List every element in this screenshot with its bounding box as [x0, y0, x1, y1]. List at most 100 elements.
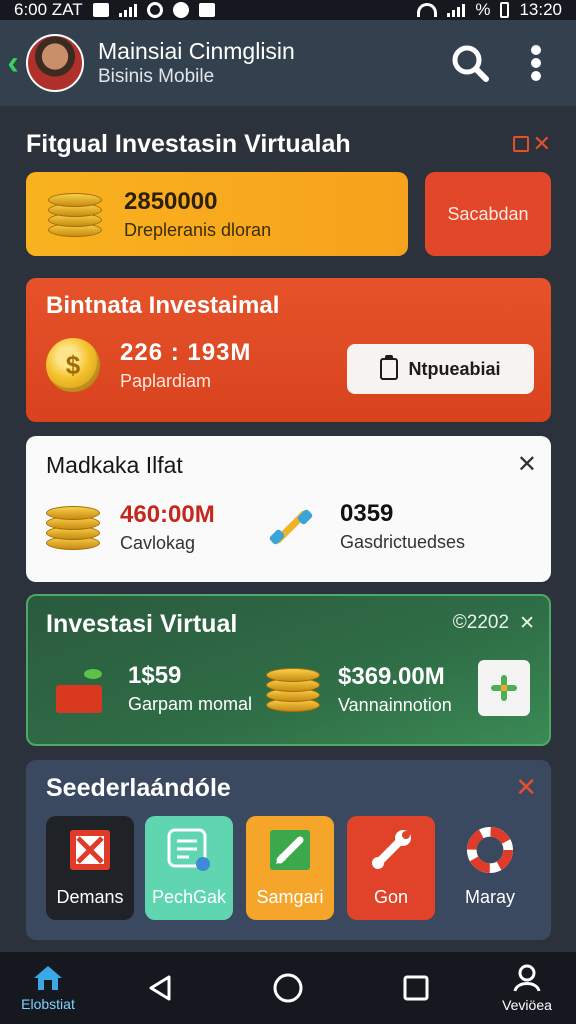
battery-icon	[500, 2, 510, 18]
home-icon	[34, 966, 62, 990]
invest-info: 226 : 193M Paplardiam	[120, 339, 251, 392]
nav-profile-label: Veviöea	[502, 997, 552, 1013]
shortcuts-card: Seederlaándóle ✕ Demans PechGak Samgari …	[26, 760, 551, 940]
wrench-icon	[368, 827, 414, 873]
invest-value: 226 : 193M	[120, 338, 252, 366]
profile-icon	[513, 964, 541, 992]
list-icon	[166, 827, 212, 873]
coin-stack-icon	[266, 662, 320, 716]
header-title: Mainsiai Cinmglisin	[98, 38, 295, 64]
virtual-meta: ©2202 ✕	[453, 612, 535, 635]
nav-recents[interactable]	[394, 952, 438, 1024]
virtual-stat-2-info: $369.00M Vannainnotion	[338, 663, 452, 716]
virtual-card: Investasi Virtual ©2202 ✕ 1$59 Garpam mo…	[26, 594, 551, 746]
app-header: ‹ Mainsiai Cinmglisin Bisinis Mobile	[0, 20, 576, 106]
close-icon[interactable]: ✕	[519, 612, 535, 635]
shortcut-label: Gon	[373, 887, 409, 907]
virtual-stat-1-label: Garpam momal	[128, 694, 253, 714]
shortcuts-title: Seederlaándóle	[46, 774, 231, 802]
nav-profile[interactable]: Veviöea	[492, 952, 562, 1024]
market-stat-2-value: 0359	[340, 500, 394, 527]
whatsapp-icon	[146, 2, 163, 18]
shortcut-label: Maray	[464, 887, 515, 907]
home-circle-icon	[273, 973, 303, 1003]
nav-home-circle[interactable]	[266, 952, 310, 1024]
basket-icon	[54, 663, 106, 715]
invest-action-label: Ntpueabiai	[408, 358, 501, 379]
sacabdan-button[interactable]: Sacabdan	[425, 172, 551, 256]
status-time-left: 6:00 ZAT	[14, 0, 83, 19]
section-header: Fitgual Investasin Virtualah ✕	[26, 124, 551, 164]
more-vertical-icon[interactable]	[510, 37, 562, 89]
main-content: Fitgual Investasin Virtualah ✕ 2850000 D…	[26, 106, 551, 958]
status-bar: 6:00 ZAT % 13:20	[0, 0, 576, 20]
balance-label: Drepleranis dloran	[124, 219, 272, 240]
virtual-meta-text: ©2202	[452, 612, 510, 633]
coin-stack-icon	[46, 500, 100, 554]
signal-icon-2	[447, 3, 466, 17]
search-icon[interactable]	[444, 37, 496, 89]
add-button[interactable]	[478, 660, 530, 716]
virtual-stat-2-value: $369.00M	[338, 662, 445, 690]
shortcut-label: Samgari	[256, 887, 324, 907]
back-icon[interactable]: ‹	[0, 20, 26, 106]
header-titles: Mainsiai Cinmglisin Bisinis Mobile	[98, 37, 444, 89]
phone-icon	[172, 2, 189, 18]
virtual-stat-2: $369.00M Vannainnotion	[266, 662, 452, 716]
invest-row: $ 226 : 193M Paplardiam	[46, 338, 251, 392]
coin-icon: $	[46, 338, 100, 392]
edit-icon	[267, 827, 313, 873]
nav-home-label: Elobstiat	[21, 996, 75, 1012]
image-icon	[198, 3, 215, 17]
virtual-title: Investasi Virtual	[46, 610, 238, 638]
clipboard-icon	[380, 355, 399, 380]
section-close-button[interactable]: ✕	[512, 131, 551, 157]
close-icon[interactable]: ✕	[515, 772, 537, 803]
virtual-stat-1: 1$59 Garpam momal	[54, 662, 252, 715]
market-stat-2: 0359 Gasdrictuedses	[266, 500, 465, 553]
invest-action-button[interactable]: Ntpueabiai	[347, 344, 534, 394]
virtual-stat-1-info: 1$59 Garpam momal	[128, 662, 252, 715]
nav-back[interactable]	[138, 952, 182, 1024]
invest-card: Bintnata Investaimal $ 226 : 193M Paplar…	[26, 278, 551, 422]
notification-icon	[92, 3, 109, 17]
plus-icon	[491, 675, 517, 701]
shortcut-samgari[interactable]: Samgari	[246, 816, 334, 920]
market-stat-1-value: 460:00M	[120, 500, 215, 528]
nav-home[interactable]: Elobstiat	[10, 952, 86, 1024]
status-time-right: 13:20	[519, 0, 562, 19]
shortcut-demans[interactable]: Demans	[46, 816, 134, 920]
invest-title: Bintnata Investaimal	[46, 292, 280, 319]
virtual-stat-2-label: Vannainnotion	[338, 694, 452, 715]
recents-square-icon	[403, 975, 429, 1001]
copy-icon	[512, 136, 529, 152]
shortcut-label: Demans	[56, 887, 124, 907]
market-title: Madkaka Ilfat	[46, 452, 183, 478]
lifebuoy-icon	[467, 827, 513, 873]
market-stat-1: 460:00M Cavlokag	[46, 500, 215, 554]
shortcut-gon[interactable]: Gon	[347, 816, 435, 920]
close-icon: ✕	[532, 131, 551, 156]
close-icon[interactable]: ✕	[517, 450, 537, 479]
market-stat-2-label: Gasdrictuedses	[340, 532, 466, 552]
bottom-nav: Elobstiat Veviöea	[0, 952, 576, 1024]
balance-card[interactable]: 2850000 Drepleranis dloran	[26, 172, 408, 256]
balance-value: 2850000	[124, 187, 218, 215]
market-stat-2-info: 0359 Gasdrictuedses	[340, 500, 465, 553]
battery-percent: %	[475, 0, 491, 19]
section-title: Fitgual Investasin Virtualah	[26, 129, 351, 158]
coin-stack-icon	[48, 187, 102, 241]
shortcut-maray[interactable]: Maray	[446, 816, 534, 920]
signal-icon	[118, 3, 137, 17]
shortcut-pechgak[interactable]: PechGak	[145, 816, 233, 920]
shortcut-label: PechGak	[151, 887, 227, 907]
wifi-icon	[417, 3, 438, 17]
dumbbell-icon	[266, 502, 316, 552]
invest-label: Paplardiam	[120, 370, 212, 391]
virtual-stat-1-value: 1$59	[128, 662, 182, 689]
market-stat-1-info: 460:00M Cavlokag	[120, 501, 215, 554]
avatar[interactable]	[26, 34, 84, 92]
close-box-icon	[67, 827, 113, 873]
back-triangle-icon	[149, 975, 171, 1001]
market-card: Madkaka Ilfat ✕ 460:00M Cavlokag 0359 Ga…	[26, 436, 551, 582]
